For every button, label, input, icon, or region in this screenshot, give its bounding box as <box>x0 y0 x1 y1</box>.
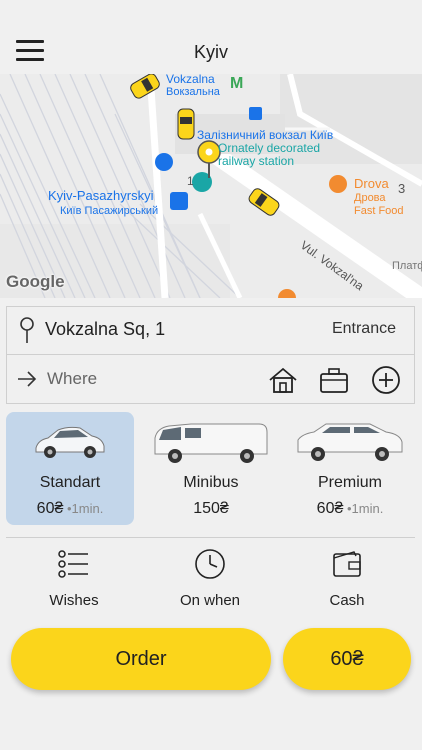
option-label: On when <box>179 592 241 609</box>
map-label-pasazhyrskyi-ua: Київ Пасажирський <box>60 205 159 217</box>
tariff-eta: •1min. <box>343 501 384 516</box>
wishes-option[interactable]: Wishes <box>14 548 134 612</box>
pickup-address: Vokzalna Sq, 1 <box>45 319 166 339</box>
tariff-price: 60₴ •1min. <box>6 500 134 518</box>
briefcase-icon[interactable] <box>318 365 350 395</box>
map-label-decorated-2: railway station <box>218 154 295 168</box>
map-pin-icon <box>20 317 34 343</box>
sedan-car-icon <box>35 426 105 458</box>
tariff-price-value: 60₴ <box>36 500 64 517</box>
plus-circle-icon[interactable] <box>370 365 402 395</box>
tariff-price: 150₴ <box>147 500 275 518</box>
map-label-decorated-1: Ornately decorated <box>218 141 321 155</box>
van-car-icon <box>154 423 268 463</box>
map-view[interactable]: M Vokzalna Вокзальна Залізничний вокзал … <box>0 74 422 298</box>
tariff-name: Minibus <box>183 474 239 491</box>
map-label-drova-ua: Дрова <box>354 192 386 204</box>
suv-car-icon <box>297 423 403 461</box>
map-label-vokzalna-ua: Вокзальна <box>166 86 220 98</box>
destination-input[interactable] <box>47 365 227 393</box>
tariff-price-value: 150₴ <box>193 500 229 517</box>
wallet-icon <box>333 551 361 577</box>
pickup-row[interactable]: Vokzalna Sq, 1 Entrance <box>7 307 414 355</box>
tariff-minibus[interactable]: Minibus 150₴ <box>147 412 275 525</box>
tariff-price-value: 60₴ <box>316 500 344 517</box>
divider <box>6 537 415 538</box>
cash-option[interactable]: Cash <box>287 548 407 612</box>
map-label-platform: Платф <box>392 260 422 272</box>
home-icon[interactable] <box>267 365 299 395</box>
tariff-eta: •1min. <box>63 501 104 516</box>
tariff-standart[interactable]: Standart 60₴ •1min. <box>6 412 134 525</box>
svg-text:M: M <box>230 75 243 92</box>
map-label-number-3: 3 <box>398 181 406 196</box>
map-label-drova: Drova <box>354 176 389 191</box>
destination-row <box>7 355 414 403</box>
tariff-name: Premium <box>317 474 382 491</box>
top-bar: Kyiv <box>0 0 422 74</box>
tariff-name: Standart <box>39 474 101 491</box>
map-label-pasazhyrskyi: Kyiv-Pasazhyrskyi <box>48 188 154 203</box>
option-label: Wishes <box>49 592 99 609</box>
map-label-railway-station: Залізничний вокзал Київ <box>197 128 334 142</box>
list-icon <box>58 550 88 578</box>
tariff-premium[interactable]: Premium 60₴ •1min. <box>286 412 414 525</box>
on-when-option[interactable]: On when <box>150 548 270 612</box>
entrance-button[interactable]: Entrance <box>332 320 396 338</box>
map-label-drova-type: Fast Food <box>354 205 404 217</box>
city-title: Kyiv <box>193 42 228 62</box>
order-button[interactable]: Order <box>11 628 271 690</box>
clock-icon <box>195 549 225 579</box>
option-label: Cash <box>329 592 365 609</box>
route-card: Vokzalna Sq, 1 Entrance <box>6 306 415 404</box>
google-attribution: Google <box>6 272 65 291</box>
map-label-number-1: 1 <box>187 174 194 188</box>
tariff-price: 60₴ •1min. <box>286 500 414 518</box>
total-price-button[interactable]: 60₴ <box>283 628 411 690</box>
arrow-right-icon <box>18 371 37 387</box>
